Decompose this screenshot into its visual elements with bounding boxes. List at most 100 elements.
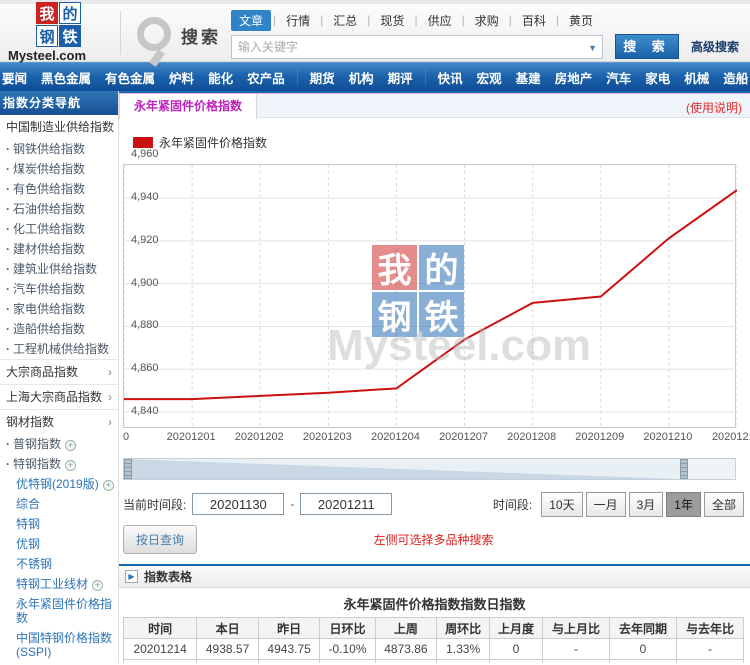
nav-item[interactable]: 机构 [342, 68, 381, 87]
separator: | [556, 13, 559, 27]
nav-item[interactable]: 机械 [677, 68, 716, 87]
nav-item[interactable]: 能化 [201, 68, 240, 87]
sidebar-item[interactable]: ·家电供给指数 [0, 299, 118, 319]
slider-selected-range[interactable] [124, 459, 680, 479]
nav-item[interactable]: 汽车 [599, 68, 638, 87]
nav-item[interactable]: 要闻 [0, 68, 34, 87]
sidebar-item[interactable]: ·煤炭供给指数 [0, 159, 118, 179]
expand-plus-icon[interactable]: + [65, 440, 76, 451]
sidebar-item[interactable]: 上海大宗商品指数› [0, 384, 118, 409]
nav-item[interactable]: 房地产 [548, 68, 600, 87]
search-tabs: 文章|行情|汇总|现货|供应|求购|百科|黄页 [231, 10, 750, 30]
bullet-icon: · [6, 242, 10, 256]
search-tab[interactable]: 供应 [420, 10, 460, 31]
expand-plus-icon[interactable]: + [92, 580, 103, 591]
sidebar-item[interactable]: 大宗商品指数› [0, 359, 118, 384]
page-content: 指数分类导航 中国制造业供给指数›·钢铁供给指数·煤炭供给指数·有色供给指数·石… [0, 91, 750, 663]
sidebar-item[interactable]: 特钢 [0, 514, 118, 534]
index-table-section-bar[interactable]: ▶ 指数表格 [119, 564, 750, 588]
nav-item[interactable]: 黑色金属 [34, 68, 98, 87]
sidebar-item[interactable]: 优钢 [0, 534, 118, 554]
table-row: 202012144938.574943.75-0.10%4873.861.33%… [124, 639, 744, 660]
period-from-input[interactable] [192, 493, 284, 515]
logo-grid-icon: 我 的 钢 铁 [36, 2, 82, 47]
search-tab[interactable]: 求购 [467, 10, 507, 31]
sidebar-item[interactable]: ·工程机械供给指数 [0, 339, 118, 359]
nav-item[interactable]: 宏观 [470, 68, 509, 87]
sidebar-item-label: 钢材指数 [6, 415, 54, 429]
sidebar-item[interactable]: ·有色供给指数 [0, 179, 118, 199]
range-button[interactable]: 10天 [541, 492, 582, 517]
sidebar-item-active[interactable]: 永年紧固件价格指数 [0, 594, 118, 628]
y-axis-tick-label: 4,880 [131, 319, 159, 331]
search-tab[interactable]: 行情 [278, 10, 318, 31]
sidebar-item[interactable]: ·化工供给指数 [0, 219, 118, 239]
nav-item[interactable]: 快讯 [431, 68, 470, 87]
nav-item[interactable]: 期货 [303, 68, 342, 87]
range-button[interactable]: 全部 [704, 492, 744, 517]
expand-plus-icon[interactable]: + [65, 460, 76, 471]
search-tab[interactable]: 文章 [231, 10, 271, 31]
divider [120, 11, 121, 55]
nav-item[interactable]: 有色金属 [98, 68, 162, 87]
range-button[interactable]: 1年 [666, 492, 701, 517]
sidebar-item[interactable]: ·钢铁供给指数 [0, 139, 118, 159]
advanced-search-link[interactable]: 高级搜索 [691, 38, 739, 55]
slider-right-handle[interactable] [680, 459, 688, 479]
divider [425, 69, 426, 85]
sidebar-item[interactable]: 中国制造业供给指数› [0, 115, 118, 139]
sidebar-item[interactable]: 优特钢(2019版)+ [0, 474, 118, 494]
chevron-right-icon: › [108, 390, 112, 404]
expand-plus-icon[interactable]: + [103, 480, 114, 491]
logo-char: 的 [59, 2, 81, 24]
tab-yongnian-fastener-index[interactable]: 永年紧固件价格指数 [119, 94, 257, 119]
chevron-down-icon[interactable]: ▼ [588, 43, 597, 53]
usage-help-link[interactable]: (使用说明) [686, 99, 742, 116]
sidebar-item-label: 综合 [16, 497, 40, 511]
period-to-input[interactable] [300, 493, 392, 515]
search-button[interactable]: 搜 索 [615, 34, 679, 59]
sidebar-item-label: 特钢工业线材 [16, 577, 88, 591]
sidebar-item[interactable]: ·建筑业供给指数 [0, 259, 118, 279]
sidebar-item[interactable]: 钢材指数› [0, 409, 118, 434]
table-column-header: 时间 [124, 618, 197, 639]
sidebar-item[interactable]: ·普钢指数+ [0, 434, 118, 454]
site-logo[interactable]: 我 的 钢 铁 Mysteel.com [0, 2, 118, 63]
search-input[interactable] [231, 35, 603, 59]
sidebar-item[interactable]: ·石油供给指数 [0, 199, 118, 219]
sidebar-item[interactable]: ·汽车供给指数 [0, 279, 118, 299]
sidebar-item[interactable]: 综合 [0, 494, 118, 514]
sidebar-item-label: 中国特钢价格指数 (SSPI) [16, 631, 112, 659]
bullet-icon: · [6, 162, 10, 176]
search-tab[interactable]: 百科 [514, 10, 554, 31]
sidebar-item[interactable]: 不锈钢 [0, 554, 118, 574]
nav-item[interactable]: 基建 [509, 68, 548, 87]
range-button[interactable]: 一月 [586, 492, 626, 517]
table-header: 时间本日昨日日环比上周周环比上月度与上月比去年同期与去年比 [124, 618, 744, 639]
sidebar-item[interactable]: ·建材供给指数 [0, 239, 118, 259]
nav-item[interactable]: 造船 [716, 68, 750, 87]
sidebar-item[interactable]: ·造船供给指数 [0, 319, 118, 339]
nav-item[interactable]: 农产品 [240, 68, 292, 87]
query-by-day-button[interactable]: 按日查询 [123, 525, 197, 554]
triangle-right-icon[interactable]: ▶ [125, 570, 138, 583]
range-button[interactable]: 3月 [629, 492, 664, 517]
sidebar-item[interactable]: 中国特钢价格指数 (SSPI) [0, 628, 118, 662]
nav-item[interactable]: 炉料 [162, 68, 201, 87]
sidebar-item[interactable]: ·上海螺纹钢指数 [0, 662, 118, 663]
nav-item[interactable]: 家电 [638, 68, 677, 87]
search-tab[interactable]: 汇总 [325, 10, 365, 31]
search-tab[interactable]: 现货 [372, 10, 412, 31]
sidebar-item[interactable]: ·特钢指数+ [0, 454, 118, 474]
table-title: 永年紧固件价格指数指数日指数 [119, 588, 750, 617]
separator: | [273, 13, 276, 27]
logo-char: 钢 [36, 25, 58, 47]
table-cell: 4921.22 [258, 660, 320, 664]
slider-left-handle[interactable] [124, 459, 132, 479]
time-range-slider[interactable] [123, 458, 736, 480]
sidebar-item[interactable]: 特钢工业线材 + [0, 574, 118, 594]
nav-item[interactable]: 期评 [381, 68, 420, 87]
chart-plot[interactable]: 我 的 钢 铁 Mysteel.com 4,8404,8604,8804,900… [123, 164, 736, 428]
table-row: 202012114943.754921.220.46%4850.971.91%0… [124, 660, 744, 664]
search-tab[interactable]: 黄页 [561, 10, 601, 31]
